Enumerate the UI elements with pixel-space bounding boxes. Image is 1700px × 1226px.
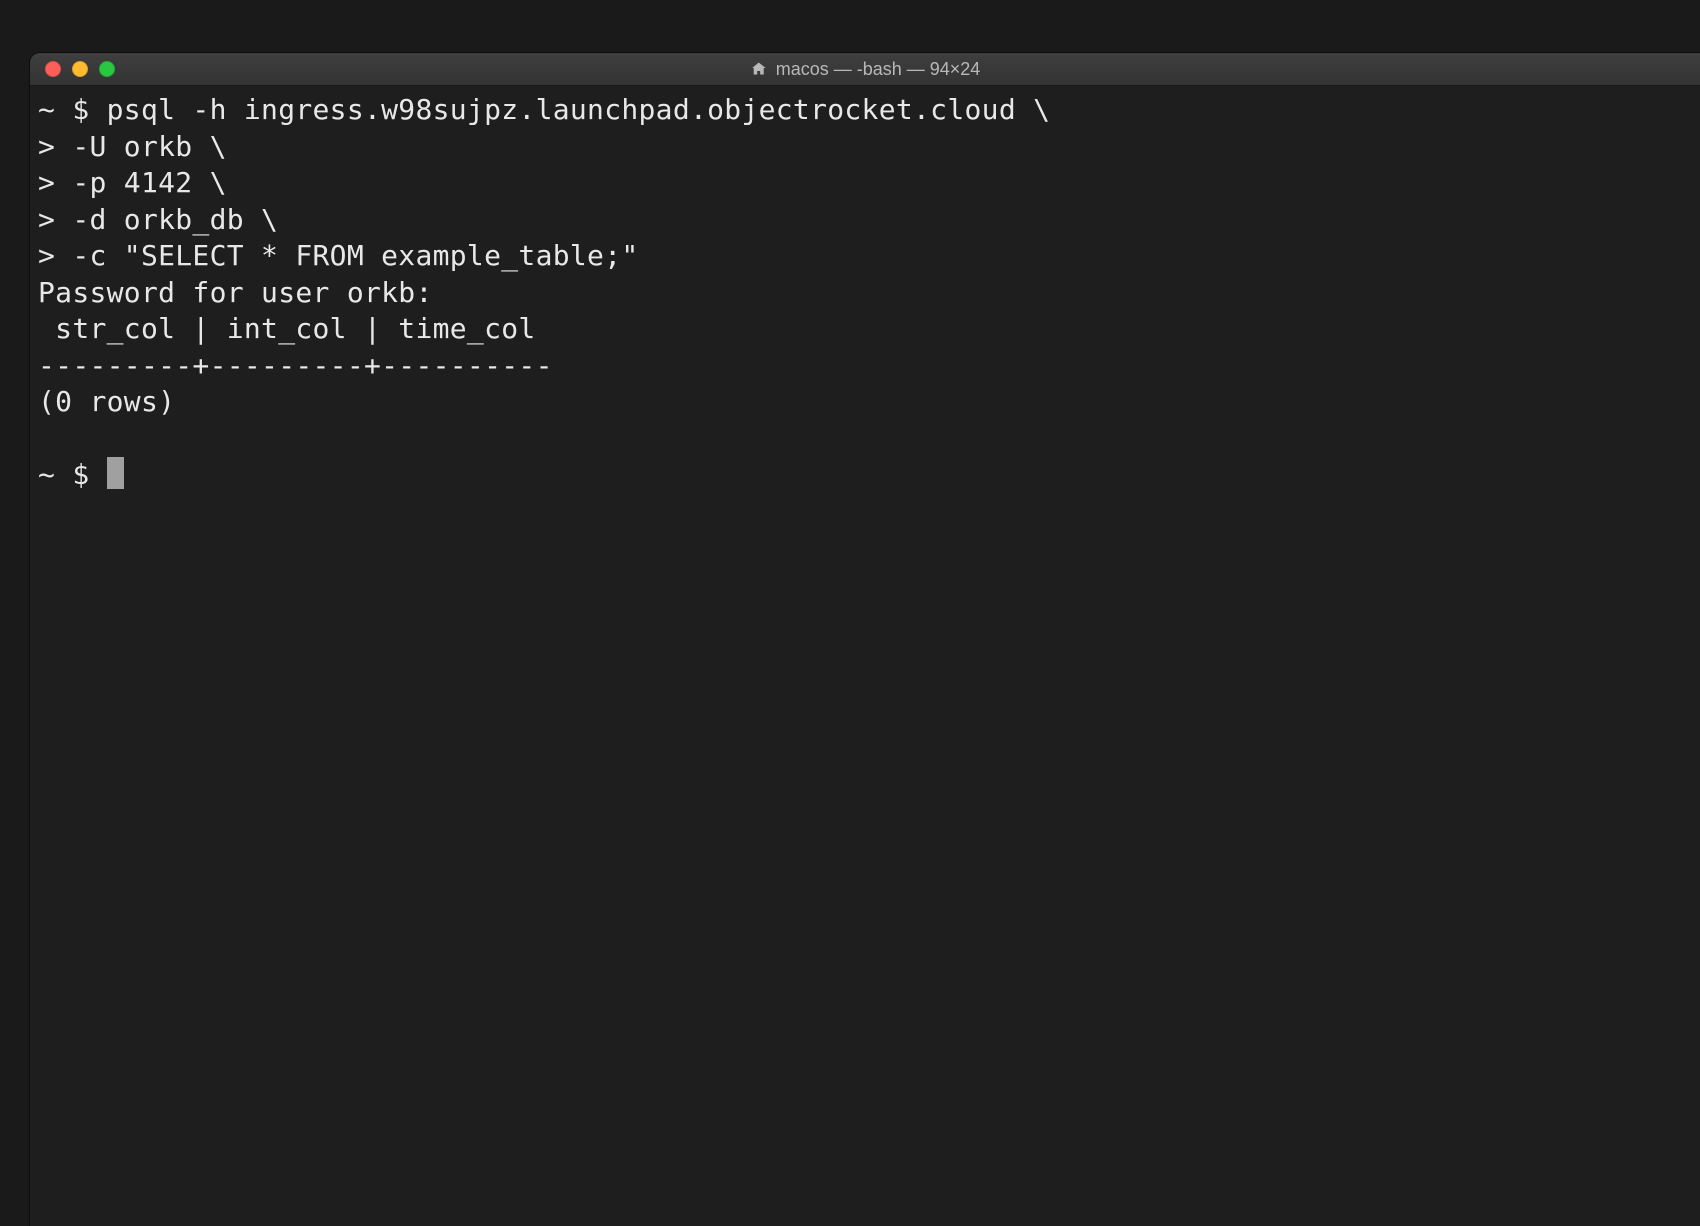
terminal-line: > -d orkb_db \ — [38, 203, 278, 236]
window-title: macos — -bash — 94×24 — [750, 59, 981, 80]
home-icon — [750, 60, 768, 78]
terminal-line: str_col | int_col | time_col — [38, 312, 536, 345]
minimize-button[interactable] — [72, 61, 88, 77]
terminal-body[interactable]: ~ $ psql -h ingress.w98sujpz.launchpad.o… — [30, 86, 1700, 1226]
terminal-line: > -c "SELECT * FROM example_table;" — [38, 239, 639, 272]
window-title-text: macos — -bash — 94×24 — [776, 59, 981, 80]
cursor — [107, 457, 124, 489]
terminal-line: > -p 4142 \ — [38, 166, 227, 199]
close-button[interactable] — [45, 61, 61, 77]
title-bar: macos — -bash — 94×24 — [30, 53, 1700, 86]
terminal-line: (0 rows) — [38, 385, 175, 418]
terminal-line: ---------+---------+---------- — [38, 349, 553, 382]
terminal-prompt: ~ $ — [38, 458, 107, 491]
traffic-lights — [30, 61, 115, 77]
terminal-line: Password for user orkb: — [38, 276, 433, 309]
terminal-window: macos — -bash — 94×24 ~ $ psql -h ingres… — [30, 53, 1700, 1226]
terminal-line: > -U orkb \ — [38, 130, 227, 163]
terminal-line: ~ $ psql -h ingress.w98sujpz.launchpad.o… — [38, 93, 1050, 126]
maximize-button[interactable] — [99, 61, 115, 77]
